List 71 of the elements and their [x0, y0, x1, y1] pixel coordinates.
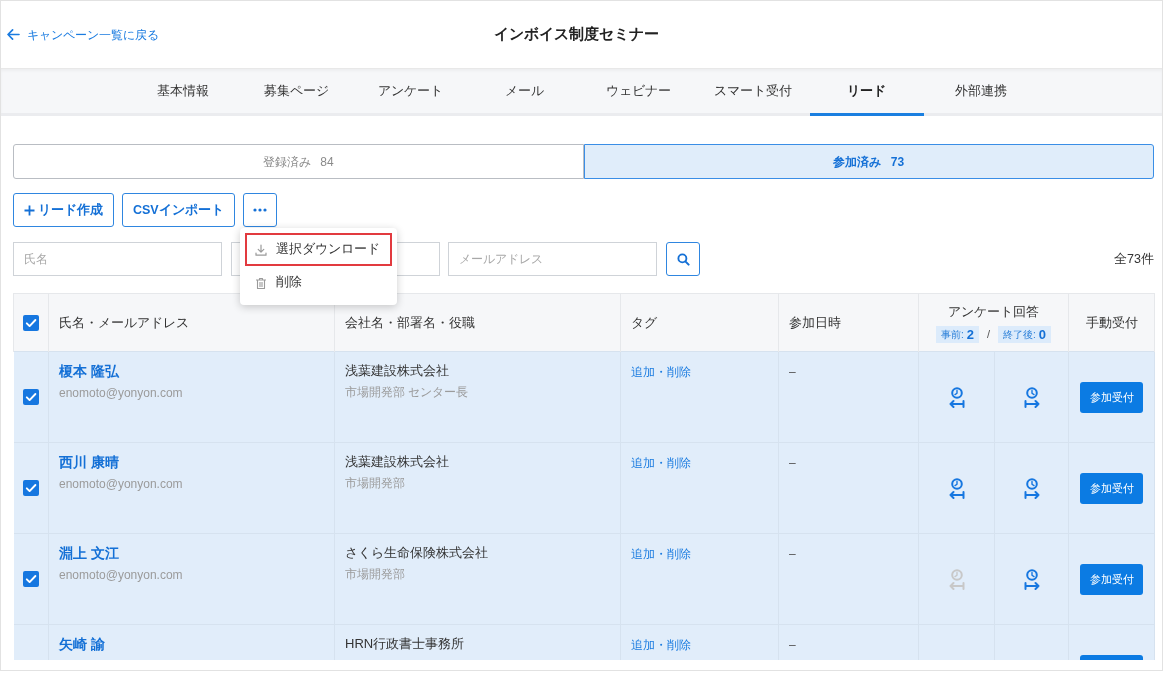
- checkbox[interactable]: [22, 571, 39, 587]
- tab[interactable]: メール: [467, 69, 582, 116]
- checkbox[interactable]: [22, 480, 39, 496]
- lead-email: enomoto@yonyon.com: [59, 567, 184, 583]
- tag-edit-link[interactable]: 追加・削除: [631, 638, 691, 652]
- page-title: インボイス制度セミナー: [494, 24, 660, 45]
- company-name: 浅葉建設株式会社: [345, 453, 450, 471]
- separator-text: /: [986, 327, 991, 342]
- tab[interactable]: スマート受付: [695, 69, 810, 116]
- lead-email: enomoto@yonyon.com: [59, 385, 184, 401]
- csv-import-button[interactable]: CSVインポート: [122, 193, 235, 227]
- joined-date: –: [789, 365, 796, 379]
- back-arrow-icon: [7, 29, 20, 40]
- lead-name[interactable]: 淵上 文江: [59, 544, 324, 562]
- tab[interactable]: 外部連携: [923, 69, 1038, 116]
- plus-icon: [24, 204, 35, 216]
- column-header: 参加日時: [778, 293, 919, 352]
- filter-field[interactable]: メールアドレス: [448, 242, 657, 276]
- badge-count: 0: [1038, 325, 1047, 344]
- clock-right-arrow-icon[interactable]: [1023, 386, 1040, 408]
- tab[interactable]: ウェビナー: [581, 69, 696, 116]
- search-button[interactable]: [666, 242, 700, 276]
- checkbox[interactable]: [23, 314, 39, 331]
- badge-count: 2: [966, 325, 974, 344]
- clock-left-arrow-icon[interactable]: [948, 386, 965, 408]
- lead-name[interactable]: 榎本 隆弘: [59, 362, 324, 380]
- tag-edit-link[interactable]: 追加・削除: [631, 365, 691, 379]
- joined-date: –: [789, 456, 796, 470]
- tab[interactable]: 基本情報: [125, 69, 240, 116]
- tab[interactable]: アンケート: [353, 69, 468, 116]
- lead-name[interactable]: 矢崎 諭: [59, 635, 324, 653]
- clock-right-arrow-icon[interactable]: [1023, 477, 1040, 499]
- department-title: 市場開発部 センター長: [345, 384, 470, 400]
- joined-date: –: [789, 547, 796, 561]
- accept-button[interactable]: 参加受付: [1080, 381, 1143, 413]
- company-name: 浅葉建設株式会社: [345, 362, 450, 380]
- column-header: 氏名・メールアドレス: [48, 293, 335, 352]
- accept-button[interactable]: 参加受付: [1080, 563, 1143, 595]
- tag-edit-link[interactable]: 追加・削除: [631, 547, 691, 561]
- segment-tab[interactable]: 参加済み 73: [583, 144, 1154, 179]
- badge-label: 事前:: [940, 327, 964, 342]
- checkbox[interactable]: [22, 389, 39, 405]
- more-button[interactable]: [242, 193, 277, 227]
- more-icon: [252, 208, 267, 212]
- clock-left-arrow-icon[interactable]: [948, 477, 965, 499]
- segment-tab[interactable]: 登録済み 84: [13, 144, 584, 179]
- lead-name[interactable]: 西川 康晴: [59, 453, 324, 471]
- company-name: HRN行政書士事務所: [345, 635, 466, 653]
- result-count: 全73件: [1114, 250, 1154, 268]
- column-header: 手動受付: [1068, 293, 1155, 352]
- tab[interactable]: 募集ページ: [239, 69, 354, 116]
- filter-field[interactable]: 氏名: [13, 242, 222, 276]
- tag-edit-link[interactable]: 追加・削除: [631, 456, 691, 470]
- department-title: 市場開発部: [345, 566, 406, 582]
- badge-label: 終了後:: [1003, 327, 1036, 342]
- accept-button[interactable]: [1080, 654, 1143, 660]
- create-lead-button[interactable]: リード作成: [13, 193, 114, 227]
- department-title: 市場開発部: [345, 475, 406, 491]
- back-link[interactable]: キャンペーン一覧に戻る: [7, 25, 159, 44]
- lead-email: enomoto@yonyon.com: [59, 476, 184, 492]
- download-icon: [254, 243, 267, 256]
- tab[interactable]: リード: [809, 69, 924, 116]
- clock-right-arrow-icon[interactable]: [1023, 568, 1040, 590]
- company-name: さくら生命保険株式会社: [345, 544, 489, 562]
- menu-item[interactable]: 選択ダウンロード: [244, 233, 392, 266]
- column-header: タグ: [620, 293, 779, 352]
- trash-icon: [254, 276, 267, 289]
- column-header: アンケート回答: [947, 303, 1040, 322]
- accept-button[interactable]: 参加受付: [1080, 472, 1143, 504]
- search-icon: [676, 252, 690, 266]
- joined-date: –: [789, 638, 796, 652]
